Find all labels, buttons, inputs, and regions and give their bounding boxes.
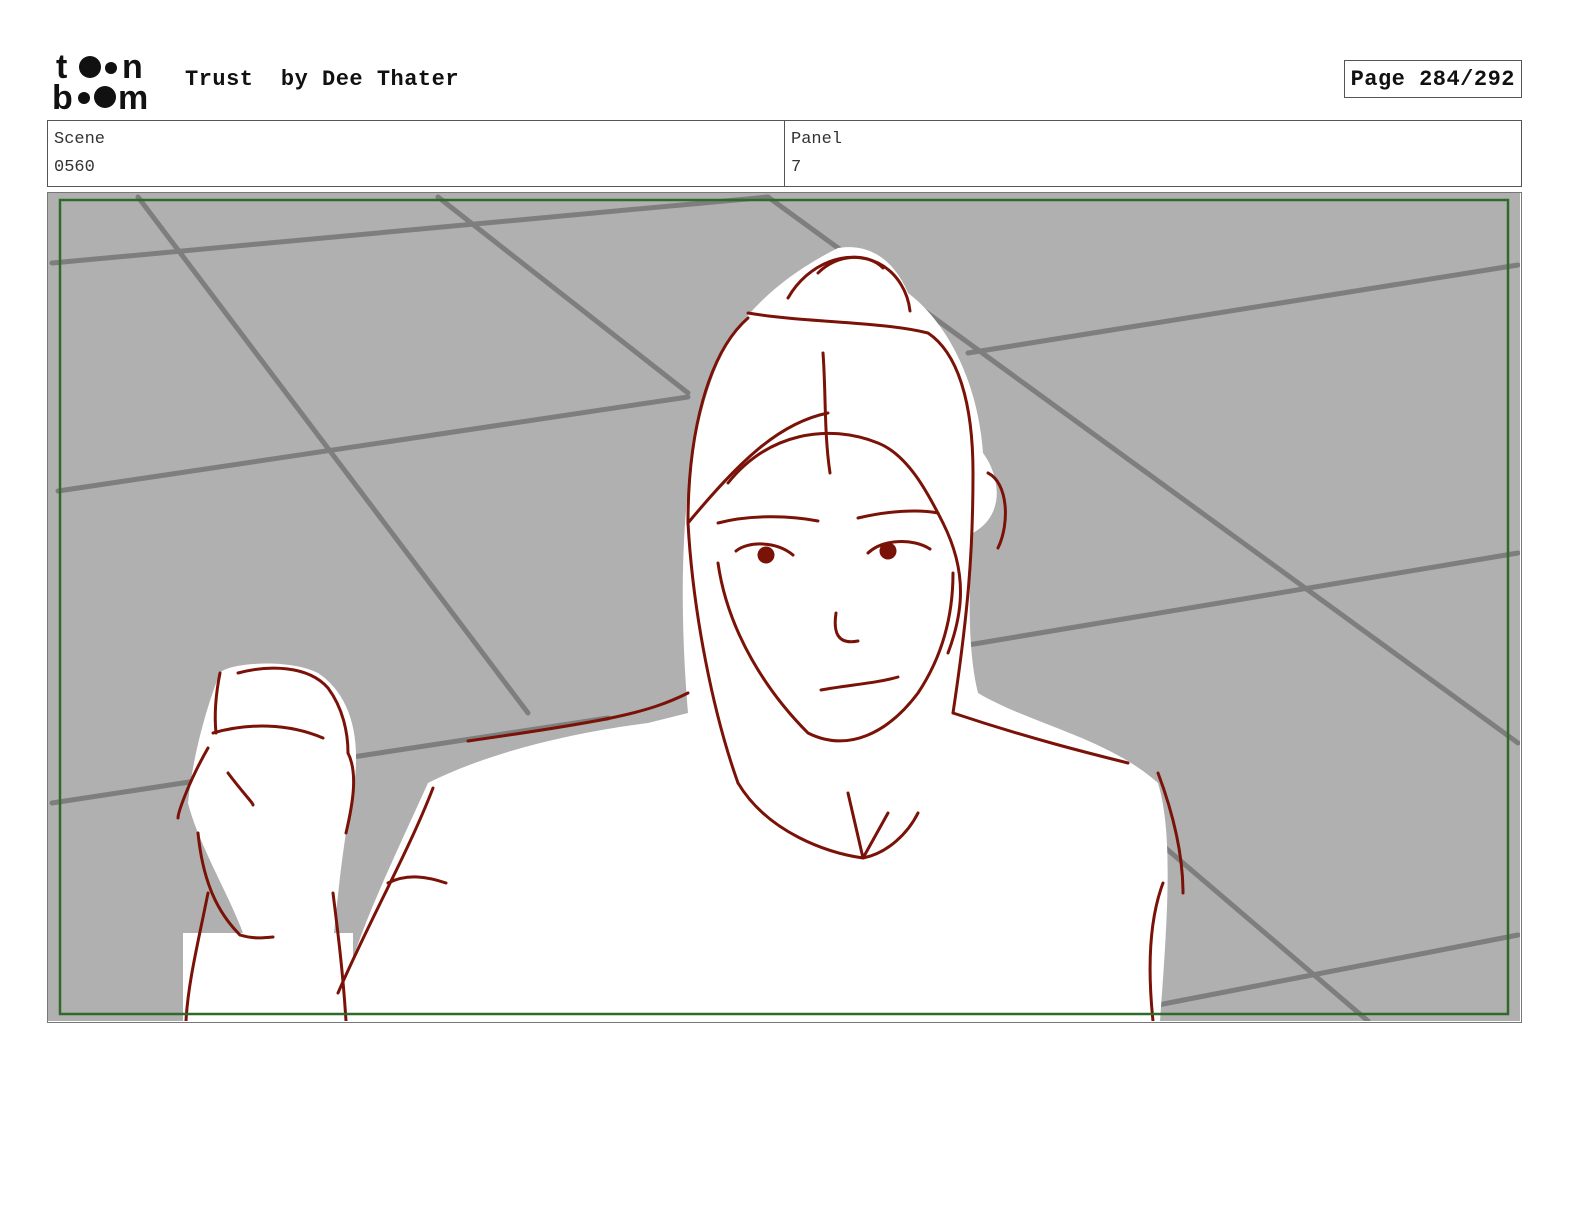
panel-label: Panel <box>791 130 843 149</box>
scene-label: Scene <box>54 130 106 149</box>
scene-cell: Scene 0560 <box>48 121 784 186</box>
header: t n b m Trust by Dee Thater Page 284/292 <box>48 50 1522 114</box>
storyboard-sketch-icon <box>48 193 1520 1021</box>
panel-cell: Panel 7 <box>784 121 1521 186</box>
panel-value: 7 <box>791 158 802 177</box>
storyboard-panel <box>47 192 1522 1023</box>
svg-text:b: b <box>52 79 73 112</box>
page-indicator: Page 284/292 <box>1343 60 1522 98</box>
scene-value: 0560 <box>54 158 95 177</box>
svg-text:m: m <box>118 79 148 112</box>
document-title: Trust by Dee Thater <box>185 67 460 92</box>
toon-boom-logo: t n b m <box>52 50 148 112</box>
scene-panel-info: Scene 0560 Panel 7 <box>47 120 1522 187</box>
